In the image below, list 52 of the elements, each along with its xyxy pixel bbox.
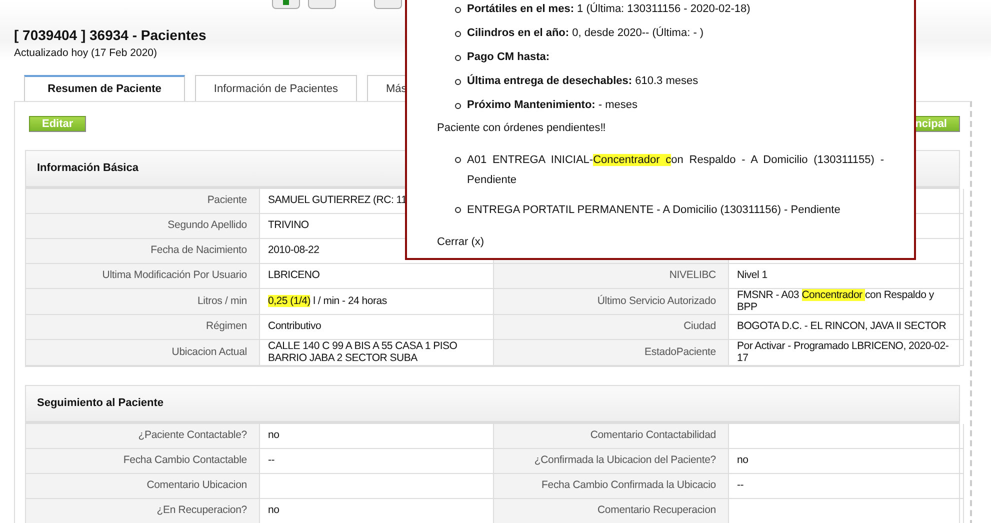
field-label: Ubicacion Actual [26,340,260,366]
bullet-icon [455,157,461,163]
field-label: NIVELIBC [494,264,729,289]
field-label: Fecha Cambio Confirmada la Ubicacio [494,474,729,499]
summary-item: Cilindros en el año: 0, desde 2020-- (Última: - ) [467,26,704,40]
toolbar-icon[interactable] [272,0,300,9]
field-label: Fecha de Nacimiento [26,239,260,264]
pending-title: Paciente con órdenes pendientes‼ [437,122,606,134]
field-value: CALLE 140 C 99 A BIS A 55 CASA 1 PISO BARRIO JABA 2 SECTOR SUBA [260,340,494,366]
field-label: Comentario Recuperacion [494,499,729,523]
field-label: Comentario Ubicacion [26,474,260,499]
summary-item: Última entrega de desechables: 610.3 meses [467,74,698,88]
field-label: ¿En Recuperacion? [26,499,260,523]
field-value: -- [729,474,964,499]
field-label: Comentario Contactabilidad [494,424,729,449]
tab[interactable]: Resumen de Paciente [24,75,185,101]
toolbar-icon[interactable] [308,0,336,9]
field-value: LBRICENO [260,264,494,289]
field-label: Ultima Modificación Por Usuario [26,264,260,289]
field-label: Ciudad [494,315,729,340]
field-value: BOGOTA D.C. - EL RINCON, JAVA II SECTOR [729,315,964,340]
field-value: Por Activar - Programado LBRICENO, 2020-02-17 [729,340,964,366]
field-label: Fecha Cambio Contactable [26,449,260,474]
field-label: ¿Confirmada la Ubicacion del Paciente? [494,449,729,474]
tab[interactable]: Información de Pacientes [195,75,357,101]
field-label: Último Servicio Autorizado [494,289,729,315]
field-label: Litros / min [26,289,260,315]
bullet-icon [455,55,461,61]
summary-item: Portátiles en el mes: 1 (Última: 130311156 - 2020-02-18) [467,2,750,16]
field-value: Contributivo [260,315,494,340]
field-value: FMSNR - A03 Concentrador con Respaldo y BPP [729,289,964,315]
close-link[interactable]: Cerrar (x) [437,236,484,248]
bullet-icon [455,79,461,85]
field-value: no [729,449,964,474]
field-label: EstadoPaciente [494,340,729,366]
summary-item: Próximo Mantenimiento: - meses [467,98,638,112]
bullet-icon [455,7,461,13]
field-label: ¿Paciente Contactable? [26,424,260,449]
bullet-icon [455,103,461,109]
pending-order: A01 ENTREGA INICIAL-Concentrador con Respaldo - A Domicilio (130311155) - Pendiente [467,153,884,188]
field-value: no [260,424,494,449]
field-label: Régimen [26,315,260,340]
field-label: Segundo Apellido [26,214,260,239]
field-value: -- [260,449,494,474]
bullet-icon [455,207,461,213]
toolbar-icon[interactable] [374,0,402,9]
summary-item: Pago CM hasta: [467,50,550,64]
section-header: Seguimiento al Paciente [26,386,959,424]
update-date: Actualizado hoy (17 Feb 2020) [14,47,158,59]
field-label: Paciente [26,189,260,214]
page-title: [ 7039404 ] 36934 - Pacientes [14,27,206,43]
bullet-icon [455,31,461,37]
